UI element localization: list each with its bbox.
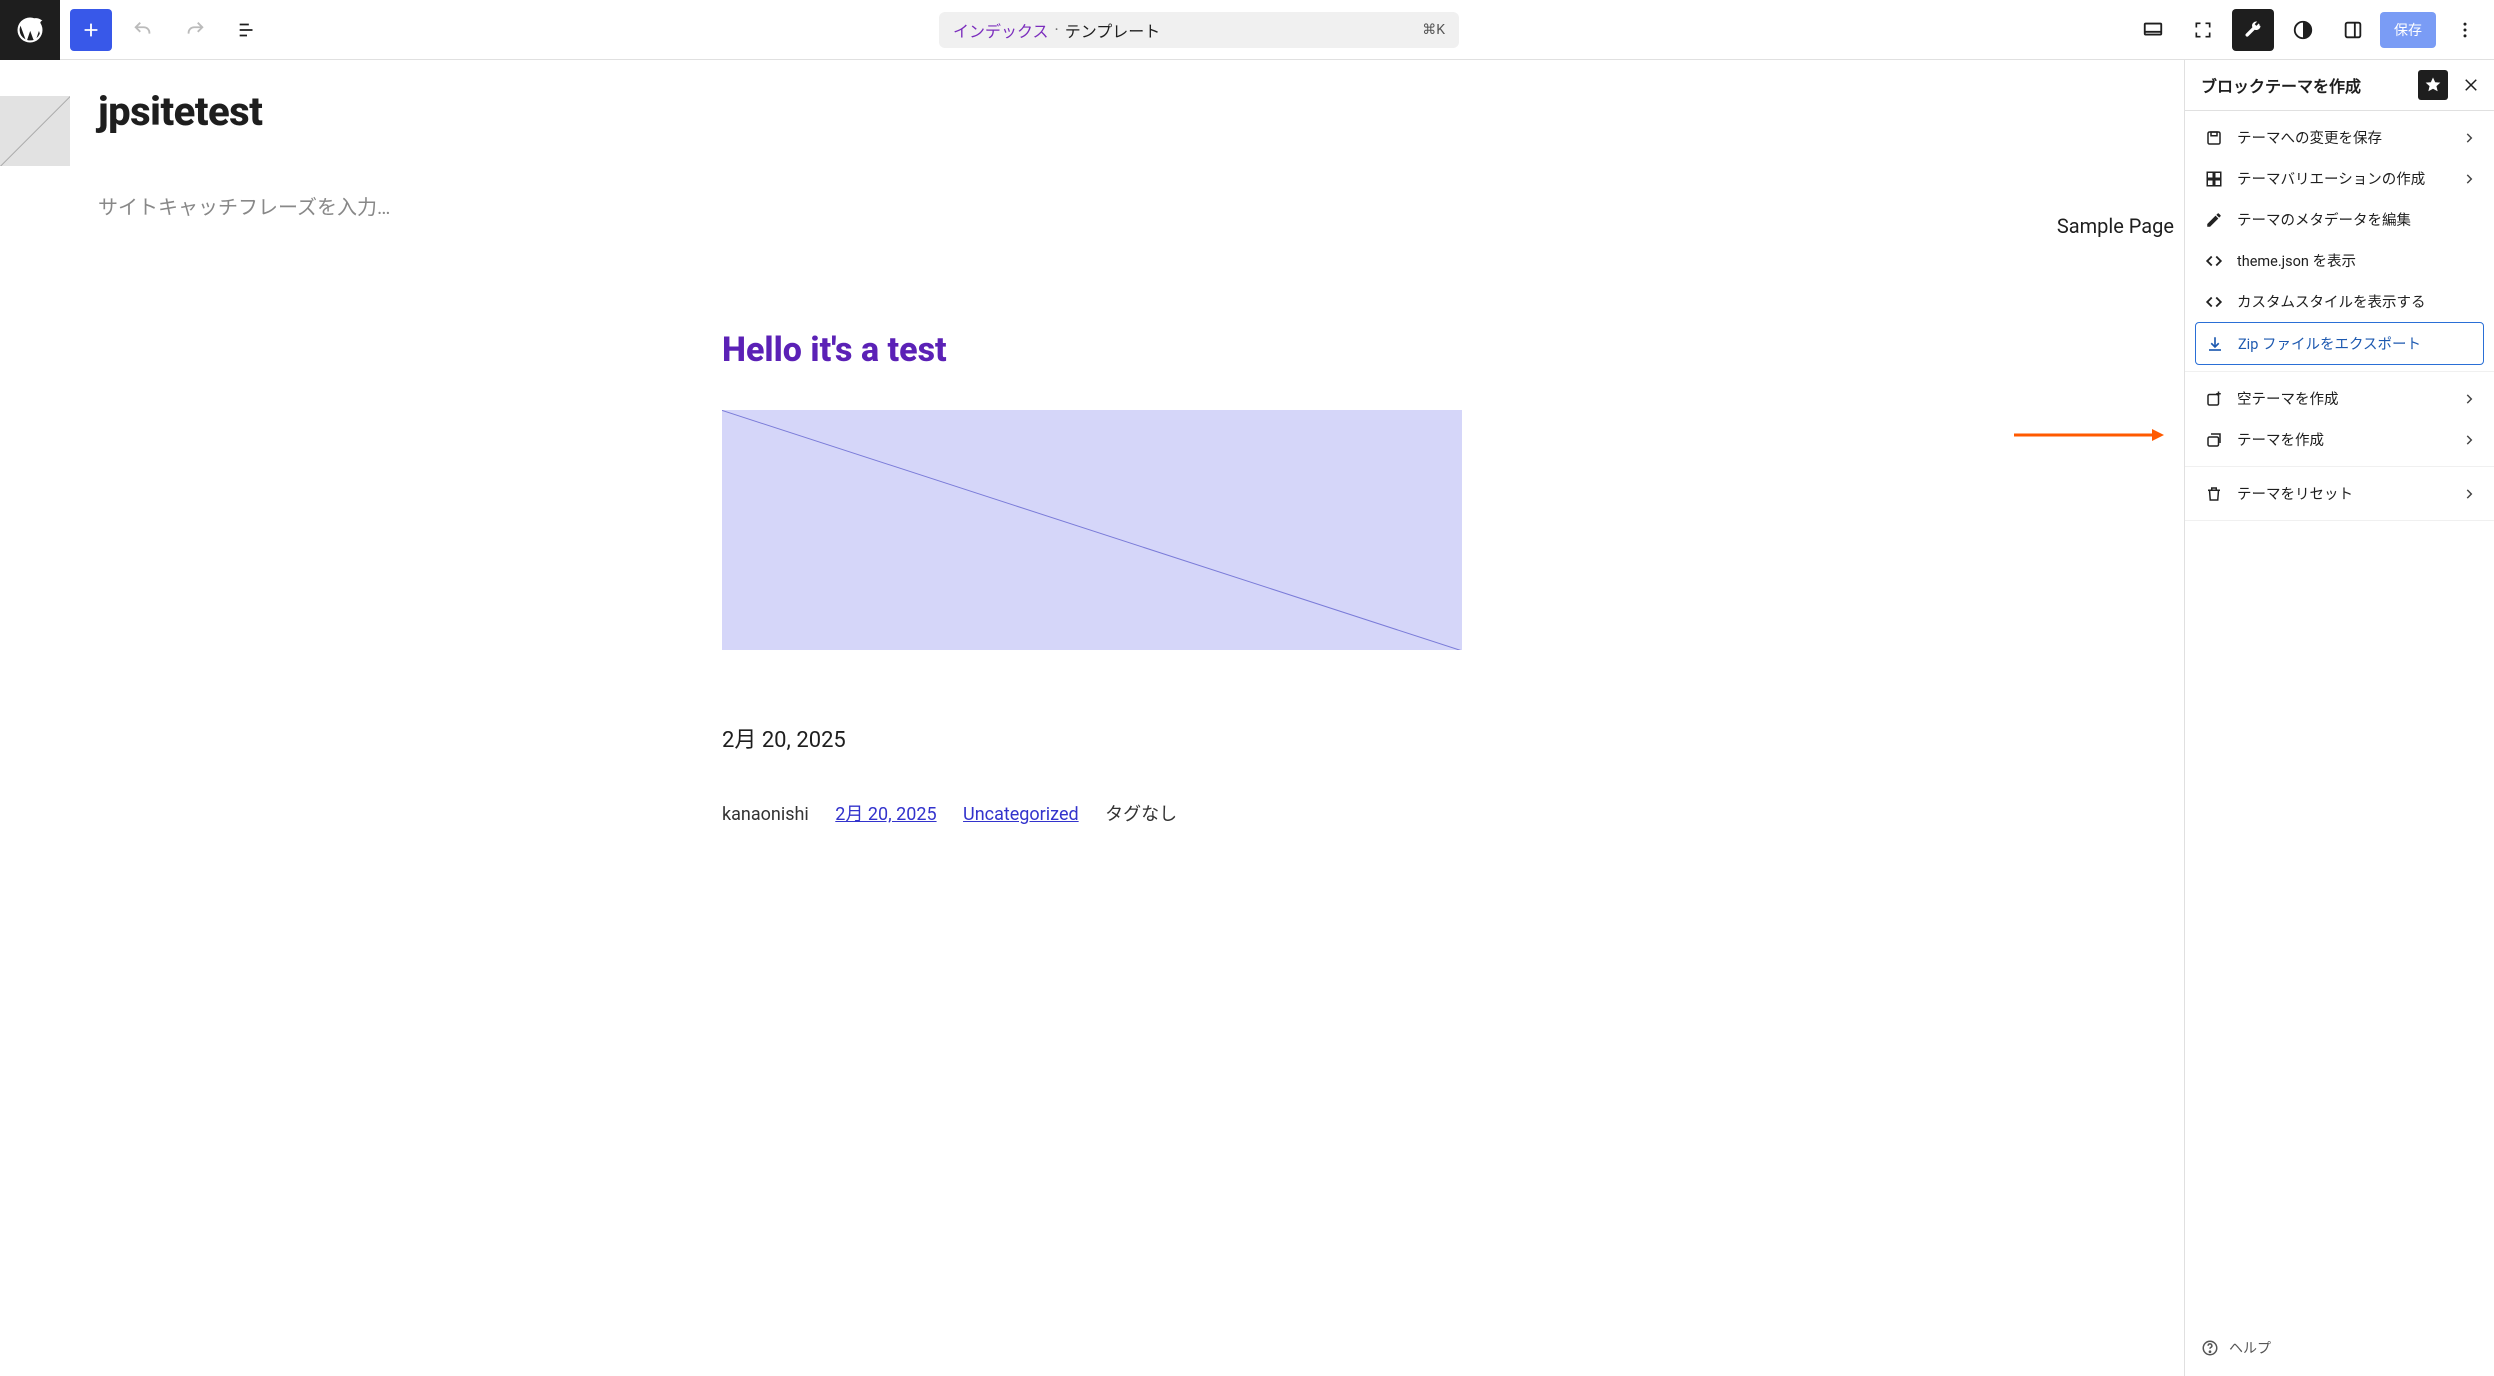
trash-icon bbox=[2203, 485, 2225, 503]
body-split: jpsitetest サイトキャッチフレーズを入力… Sample Page H… bbox=[0, 60, 2494, 1376]
featured-image-placeholder[interactable] bbox=[722, 410, 1462, 650]
wrench-icon bbox=[2243, 20, 2263, 40]
menu-item-label: theme.json を表示 bbox=[2237, 250, 2476, 271]
download-icon bbox=[2204, 335, 2226, 353]
kebab-icon bbox=[2455, 20, 2475, 40]
menu-item-create-blank-theme[interactable]: 空テーマを作成 bbox=[2195, 378, 2484, 419]
sidebar-icon bbox=[2342, 19, 2364, 41]
menu-item-reset-theme[interactable]: テーマをリセット bbox=[2195, 473, 2484, 514]
create-block-theme-panel: ブロックテーマを作成 テーマへの変更を保存 テーマバリエーションの作成 bbox=[2184, 60, 2494, 1376]
help-label: ヘルプ bbox=[2229, 1338, 2271, 1358]
wordpress-logo[interactable] bbox=[0, 0, 60, 60]
chevron-right-icon bbox=[2462, 172, 2476, 186]
toolbar-left-group bbox=[0, 0, 268, 60]
menu-item-label: 空テーマを作成 bbox=[2237, 388, 2450, 409]
menu-item-save-changes[interactable]: テーマへの変更を保存 bbox=[2195, 117, 2484, 158]
nav-link-sample-page[interactable]: Sample Page bbox=[2057, 214, 2174, 238]
menu-item-label: Zip ファイルをエクスポート bbox=[2238, 333, 2475, 354]
editor-canvas[interactable]: jpsitetest サイトキャッチフレーズを入力… Sample Page H… bbox=[0, 60, 2184, 1376]
save-button[interactable]: 保存 bbox=[2380, 12, 2436, 48]
panel-pin-button[interactable] bbox=[2418, 70, 2448, 100]
post-date-link[interactable]: 2月 20, 2025 bbox=[835, 804, 936, 825]
post-author[interactable]: kanaonishi bbox=[722, 804, 809, 825]
list-view-button[interactable] bbox=[226, 9, 268, 51]
pencil-icon bbox=[2203, 211, 2225, 229]
undo-icon bbox=[132, 19, 154, 41]
menu-item-label: テーマへの変更を保存 bbox=[2237, 127, 2450, 148]
block-inserter-button[interactable] bbox=[70, 9, 112, 51]
variation-icon bbox=[2203, 170, 2225, 188]
post-category-link[interactable]: Uncategorized bbox=[963, 804, 1079, 825]
chevron-right-icon bbox=[2462, 392, 2476, 406]
document-separator: · bbox=[1055, 20, 1059, 39]
redo-button[interactable] bbox=[174, 9, 216, 51]
post-title[interactable]: Hello it's a test bbox=[722, 330, 1462, 370]
fullscreen-button[interactable] bbox=[2182, 9, 2224, 51]
site-title-block: jpsitetest サイトキャッチフレーズを入力… bbox=[98, 88, 390, 220]
panel-group-create: 空テーマを作成 テーマを作成 bbox=[2185, 372, 2494, 467]
document-title-bar[interactable]: インデックス · テンプレート ⌘K bbox=[939, 12, 1459, 48]
panel-title: ブロックテーマを作成 bbox=[2201, 73, 2418, 97]
view-desktop-button[interactable] bbox=[2132, 9, 2174, 51]
code-icon bbox=[2203, 293, 2225, 311]
list-view-icon bbox=[236, 19, 258, 41]
menu-item-create-theme[interactable]: テーマを作成 bbox=[2195, 419, 2484, 460]
redo-icon bbox=[184, 19, 206, 41]
save-icon bbox=[2203, 129, 2225, 147]
close-icon bbox=[2462, 76, 2480, 94]
menu-item-edit-metadata[interactable]: テーマのメタデータを編集 bbox=[2195, 199, 2484, 240]
settings-panel-button[interactable] bbox=[2332, 9, 2374, 51]
menu-item-export-zip[interactable]: Zip ファイルをエクスポート bbox=[2195, 322, 2484, 365]
save-button-label: 保存 bbox=[2394, 20, 2422, 40]
menu-item-create-variation[interactable]: テーマバリエーションの作成 bbox=[2195, 158, 2484, 199]
stack-icon bbox=[2203, 431, 2225, 449]
top-toolbar: インデックス · テンプレート ⌘K 保存 bbox=[0, 0, 2494, 60]
chevron-right-icon bbox=[2462, 487, 2476, 501]
menu-item-label: テーマをリセット bbox=[2237, 483, 2450, 504]
site-tagline-input[interactable]: サイトキャッチフレーズを入力… bbox=[98, 191, 390, 220]
toolbar-right-group: 保存 bbox=[2130, 9, 2494, 51]
menu-item-view-custom-styles[interactable]: カスタムスタイルを表示する bbox=[2195, 281, 2484, 322]
document-type-label: テンプレート bbox=[1065, 18, 1161, 42]
panel-close-button[interactable] bbox=[2456, 70, 2486, 100]
document-link: インデックス bbox=[953, 18, 1049, 42]
panel-help-link[interactable]: ヘルプ bbox=[2185, 1320, 2494, 1376]
chevron-right-icon bbox=[2462, 433, 2476, 447]
contrast-icon bbox=[2292, 19, 2314, 41]
site-title[interactable]: jpsitetest bbox=[98, 88, 390, 135]
menu-item-label: テーマを作成 bbox=[2237, 429, 2450, 450]
menu-item-label: テーマバリエーションの作成 bbox=[2237, 168, 2450, 189]
more-options-button[interactable] bbox=[2444, 9, 2486, 51]
site-logo-placeholder[interactable] bbox=[0, 96, 70, 166]
tools-panel-button[interactable] bbox=[2232, 9, 2274, 51]
undo-button[interactable] bbox=[122, 9, 164, 51]
menu-item-view-theme-json[interactable]: theme.json を表示 bbox=[2195, 240, 2484, 281]
panel-group-reset: テーマをリセット bbox=[2185, 467, 2494, 521]
code-icon bbox=[2203, 252, 2225, 270]
wordpress-icon bbox=[15, 15, 45, 45]
menu-item-label: テーマのメタデータを編集 bbox=[2237, 209, 2476, 230]
new-icon bbox=[2203, 390, 2225, 408]
command-shortcut: ⌘K bbox=[1422, 22, 1445, 38]
panel-header: ブロックテーマを作成 bbox=[2185, 60, 2494, 111]
star-icon bbox=[2424, 76, 2442, 94]
menu-item-label: カスタムスタイルを表示する bbox=[2237, 291, 2476, 312]
styles-button[interactable] bbox=[2282, 9, 2324, 51]
plus-icon bbox=[80, 19, 102, 41]
chevron-right-icon bbox=[2462, 131, 2476, 145]
post-no-tags-label: タグなし bbox=[1105, 804, 1177, 825]
annotation-arrow bbox=[2014, 428, 2164, 442]
site-header-block: jpsitetest サイトキャッチフレーズを入力… bbox=[0, 60, 2184, 220]
desktop-icon bbox=[2142, 19, 2164, 41]
post-block: Hello it's a test 2月 20, 2025 kanaonishi… bbox=[722, 330, 1462, 826]
post-meta-row: kanaonishi 2月 20, 2025 Uncategorized タグな… bbox=[722, 800, 1462, 826]
post-date[interactable]: 2月 20, 2025 bbox=[722, 722, 1462, 754]
panel-group-theme: テーマへの変更を保存 テーマバリエーションの作成 テーマのメタデータを編集 th… bbox=[2185, 111, 2494, 372]
fullscreen-icon bbox=[2193, 20, 2213, 40]
help-icon bbox=[2201, 1339, 2219, 1357]
toolbar-center-group: インデックス · テンプレート ⌘K bbox=[268, 12, 2130, 48]
